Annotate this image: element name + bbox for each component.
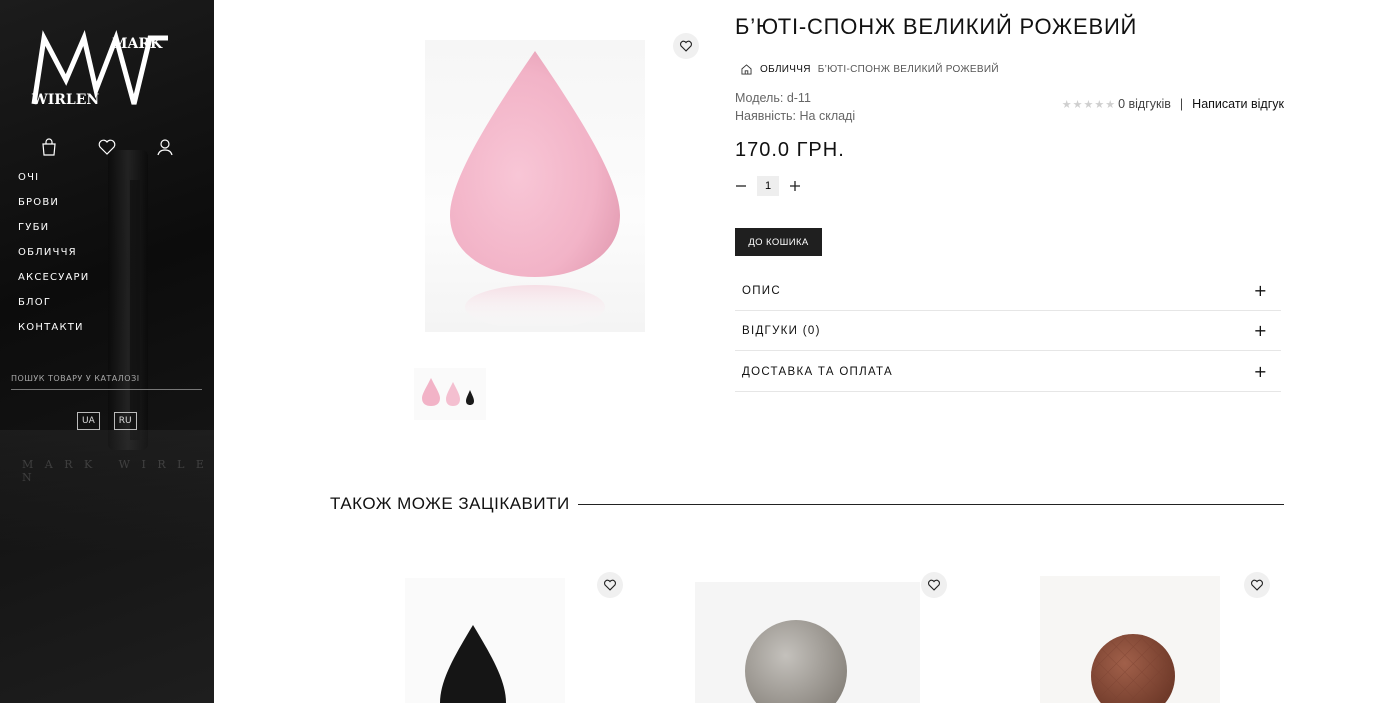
plus-icon (790, 181, 800, 191)
product-model: Модель: d-11 (735, 91, 811, 105)
accordion-label: ВІДГУКИ (0) (742, 324, 821, 337)
product-title: Б’ЮТІ-СПОНЖ ВЕЛИКИЙ РОЖЕВИЙ (735, 14, 1138, 39)
plus-icon: + (1253, 362, 1267, 381)
plus-icon: + (1253, 281, 1267, 300)
bag-icon[interactable] (39, 137, 59, 157)
wishlist-button[interactable] (921, 572, 947, 598)
accordion-label: ДОСТАВКА ТА ОПЛАТА (742, 365, 893, 378)
breadcrumb-current: Б’ЮТІ-СПОНЖ ВЕЛИКИЙ РОЖЕВИЙ (817, 64, 999, 75)
nav-item-eyes[interactable]: ОЧІ (18, 172, 89, 197)
nav-item-blog[interactable]: БЛОГ (18, 297, 89, 322)
main-nav: ОЧІ БРОВИ ГУБИ ОБЛИЧЧЯ АКСЕСУАРИ БЛОГ КО… (18, 172, 89, 347)
logo-text-wirlen: WIRLEN (31, 92, 99, 108)
sidebar: M A R K W I R L E N MARK WIRLEN ОЧІ БРОВ… (0, 0, 214, 703)
quantity-increase-button[interactable] (789, 176, 801, 196)
nav-item-lips[interactable]: ГУБИ (18, 222, 89, 247)
related-title: ТАКОЖ МОЖЕ ЗАЦІКАВИТИ (330, 494, 570, 513)
mascara-brush-decoration (130, 180, 140, 440)
silver-eyeshadow-image (695, 582, 920, 703)
related-section-title: ТАКОЖ МОЖЕ ЗАЦІКАВИТИ (330, 494, 1284, 514)
accordion-reviews[interactable]: ВІДГУКИ (0) + (735, 311, 1281, 351)
breadcrumb-category[interactable]: ОБЛИЧЧЯ (760, 64, 811, 75)
nav-item-accessories[interactable]: АКСЕСУАРИ (18, 272, 89, 297)
accordion-delivery[interactable]: ДОСТАВКА ТА ОПЛАТА + (735, 352, 1281, 392)
quantity-input[interactable] (757, 176, 779, 196)
header-icons (0, 137, 214, 157)
sidebar-shade-decoration (0, 430, 214, 550)
add-to-cart-button[interactable]: ДО КОШИКА (735, 228, 822, 256)
accordion-description[interactable]: ОПИС + (735, 271, 1281, 311)
heart-icon (928, 579, 940, 591)
product-thumbnail[interactable] (414, 368, 486, 420)
wishlist-button[interactable] (1244, 572, 1270, 598)
title-divider (577, 503, 1284, 505)
heart-icon (604, 579, 616, 591)
nav-item-contacts[interactable]: КОНТАКТИ (18, 322, 89, 347)
mascara-decoration (108, 150, 148, 450)
brand-logo[interactable]: MARK WIRLEN (30, 30, 178, 110)
accordion-label: ОПИС (742, 284, 781, 297)
write-review-link[interactable]: Написати відгук (1192, 97, 1284, 111)
language-switcher: UA RU (77, 412, 137, 430)
home-icon[interactable] (740, 63, 753, 76)
heart-icon[interactable] (97, 137, 117, 157)
pink-sponge-image (450, 51, 620, 329)
wishlist-button[interactable] (597, 572, 623, 598)
product-main-image[interactable] (405, 0, 705, 335)
plus-icon: + (1253, 321, 1267, 340)
rating-block: ★★★★★ 0 відгуків | Написати відгук (1062, 97, 1284, 111)
rating-stars: ★★★★★ (1061, 98, 1117, 111)
related-product-card[interactable] (1040, 570, 1280, 703)
rating-separator: | (1179, 97, 1184, 111)
search-box (11, 366, 202, 390)
breadcrumb: ОБЛИЧЧЯ Б’ЮТІ-СПОНЖ ВЕЛИКИЙ РОЖЕВИЙ (740, 63, 999, 76)
quantity-decrease-button[interactable] (735, 176, 747, 196)
lang-ru-button[interactable]: RU (113, 412, 137, 430)
wishlist-button[interactable] (673, 33, 699, 59)
logo-text-mark: MARK (112, 36, 163, 52)
nav-item-face[interactable]: ОБЛИЧЧЯ (18, 247, 89, 272)
product-availability: Наявність: На складі (735, 109, 856, 123)
user-icon[interactable] (155, 137, 175, 157)
heart-icon (1251, 579, 1263, 591)
heart-icon (680, 40, 692, 52)
background-watermark: M A R K W I R L E N (22, 458, 208, 484)
nav-item-brows[interactable]: БРОВИ (18, 197, 89, 222)
related-product-card[interactable] (405, 570, 635, 703)
minus-icon (736, 185, 746, 187)
related-product-card[interactable] (695, 570, 955, 703)
quantity-stepper (735, 176, 801, 196)
reviews-count-link[interactable]: 0 відгуків (1118, 97, 1171, 111)
search-input[interactable] (11, 374, 202, 383)
lang-ua-button[interactable]: UA (77, 412, 100, 430)
product-price: 170.0 ГРН. (735, 139, 845, 161)
